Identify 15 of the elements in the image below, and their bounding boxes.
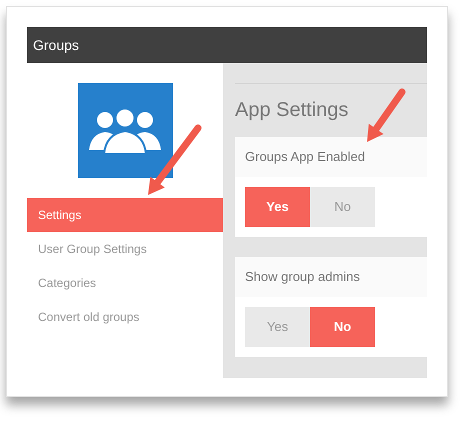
section-heading: App Settings [235,98,350,122]
toggle-option[interactable]: Yes [245,187,310,227]
arrow-drawing [148,124,202,195]
sidebar-item[interactable]: Settings [27,198,223,232]
arrow-drawing [367,88,406,142]
sidebar-item[interactable]: User Group Settings [27,232,223,266]
toggle-option[interactable]: No [310,187,375,227]
toggle-option[interactable]: Yes [245,307,310,347]
sidebar-item[interactable]: Convert old groups [27,300,223,334]
setting-label: Groups App Enabled [245,148,365,166]
window-title: Groups [33,36,79,55]
toggle-option[interactable]: No [310,307,375,347]
setting-label: Show group admins [245,268,360,286]
people-icon [87,108,163,154]
sidebar-item[interactable]: Categories [27,266,223,300]
